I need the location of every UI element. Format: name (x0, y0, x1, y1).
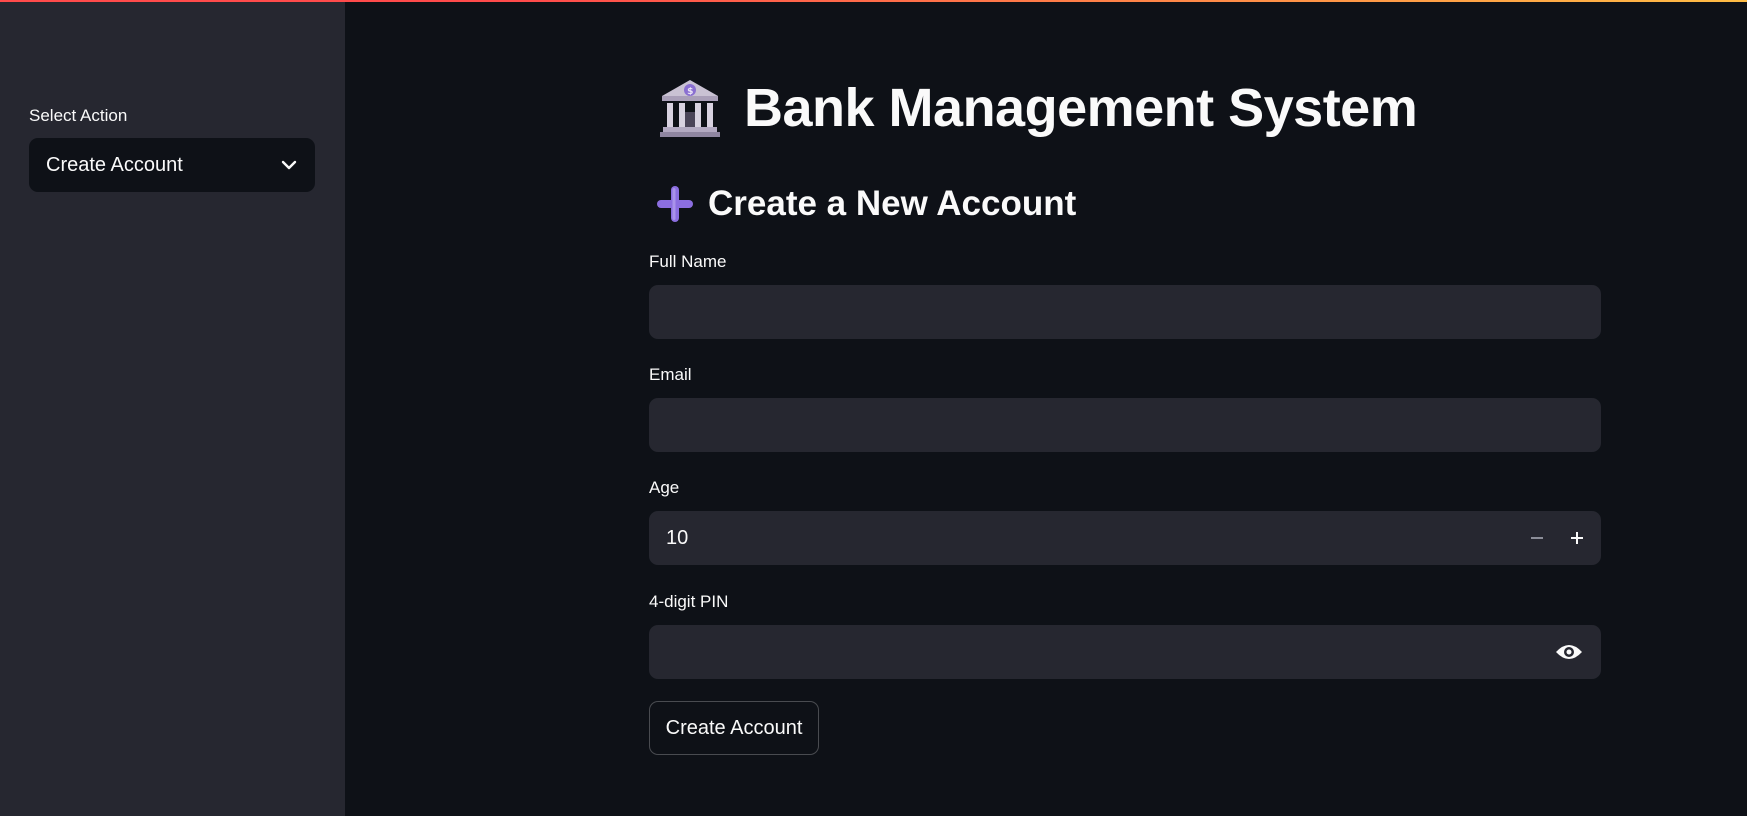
full-name-input[interactable] (649, 285, 1601, 339)
plus-small-icon (1571, 532, 1583, 544)
create-account-button[interactable]: Create Account (649, 701, 819, 755)
email-input[interactable] (649, 398, 1601, 452)
page-title-text: Bank Management System (744, 78, 1418, 138)
plus-icon (654, 183, 696, 225)
section-title: Create a New Account (654, 180, 1076, 228)
pin-password-input[interactable] (649, 625, 1601, 679)
age-label: Age (649, 478, 680, 497)
section-title-text: Create a New Account (708, 184, 1077, 223)
pin-label: 4-digit PIN (649, 592, 729, 611)
chevron-down-icon (280, 156, 298, 174)
show-password-button[interactable] (1547, 625, 1591, 679)
full-name-label: Full Name (649, 252, 727, 271)
email-label: Email (649, 365, 692, 384)
minus-icon (1531, 537, 1543, 539)
bank-building-icon: $ (658, 76, 722, 140)
top-decoration-stripe (0, 0, 1747, 2)
svg-text:$: $ (687, 87, 693, 97)
decrement-button[interactable] (1517, 511, 1557, 565)
eye-icon (1556, 645, 1582, 659)
age-number-input[interactable]: 10 (649, 511, 1601, 565)
sidebar: Select Action Create Account (0, 0, 345, 816)
age-value: 10 (666, 526, 689, 549)
increment-button[interactable] (1557, 511, 1597, 565)
action-select[interactable]: Create Account (29, 138, 315, 192)
main-content: $ Bank Management System Create a New Ac… (345, 0, 1747, 816)
select-action-label: Select Action (29, 106, 128, 125)
page-title: $ Bank Management System (658, 72, 1418, 144)
action-select-value: Create Account (46, 153, 183, 176)
